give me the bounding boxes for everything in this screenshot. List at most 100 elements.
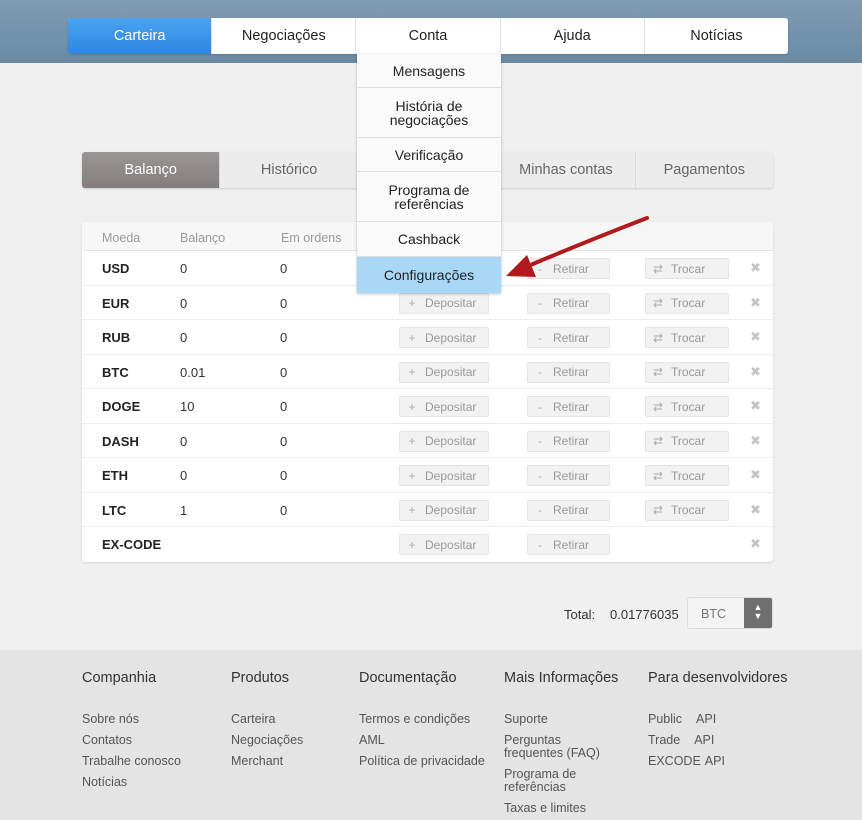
deposit-button[interactable]: + Depositar — [399, 534, 489, 555]
exchange-button[interactable]: ⇄ Trocar — [645, 292, 729, 314]
close-icon[interactable]: ✖ — [750, 364, 761, 380]
withdraw-button[interactable]: - Retirar — [527, 361, 610, 383]
plus-icon: + — [408, 399, 416, 414]
menu-item-verificacao[interactable]: Verificação — [357, 138, 501, 172]
close-icon[interactable]: ✖ — [750, 329, 761, 345]
close-icon[interactable]: ✖ — [750, 502, 761, 518]
menu-item-historia-negociacoes[interactable]: História de negociações — [357, 88, 501, 138]
swap-icon: ⇄ — [652, 296, 664, 310]
withdraw-button[interactable]: - Retirar — [527, 499, 610, 521]
close-icon[interactable]: ✖ — [750, 467, 761, 483]
footer-link[interactable]: Suporte — [504, 713, 614, 726]
footer-col-companhia: Companhia Sobre nós Contatos Trabalhe co… — [82, 670, 181, 797]
footer-link-trade-api[interactable]: Trade API — [648, 734, 787, 747]
menu-item-mensagens[interactable]: Mensagens — [357, 54, 501, 88]
footer-col-produtos: Produtos Carteira Negociações Merchant — [231, 670, 303, 776]
plus-icon: + — [408, 365, 416, 379]
footer-link[interactable]: Carteira — [231, 713, 303, 726]
footer-link[interactable]: Negociações — [231, 734, 303, 747]
deposit-button[interactable]: + Depositar — [399, 465, 489, 486]
close-icon[interactable]: ✖ — [750, 433, 761, 449]
table-row: ETH 0 0 + Depositar - Retirar ⇄ Trocar ✖ — [82, 458, 773, 493]
footer-link[interactable]: Contatos — [82, 734, 181, 747]
coin-name: EX-CODE — [102, 537, 162, 552]
exchange-button[interactable]: ⇄ Trocar — [645, 327, 729, 348]
exchange-button[interactable]: ⇄ Trocar — [645, 499, 729, 521]
deposit-button[interactable]: + Depositar — [399, 361, 489, 383]
main-nav: Carteira Negociações Conta Ajuda Notícia… — [68, 18, 788, 54]
footer: Companhia Sobre nós Contatos Trabalhe co… — [0, 650, 862, 820]
exchange-button[interactable]: ⇄ Trocar — [645, 258, 729, 279]
withdraw-button[interactable]: - Retirar — [527, 292, 610, 314]
tab-balanco[interactable]: Balanço — [82, 152, 221, 188]
swap-icon: ⇄ — [652, 261, 664, 276]
nav-noticias[interactable]: Notícias — [645, 18, 788, 54]
exchange-button[interactable]: ⇄ Trocar — [645, 361, 729, 383]
withdraw-button[interactable]: - Retirar — [527, 258, 610, 279]
nav-negociacoes[interactable]: Negociações — [212, 18, 357, 54]
withdraw-button[interactable]: - Retirar — [527, 465, 610, 486]
footer-heading: Mais Informações — [504, 670, 619, 686]
coin-in-orders: 0 — [280, 364, 288, 380]
coin-in-orders: 0 — [280, 433, 288, 449]
tab-minhas-contas[interactable]: Minhas contas — [497, 152, 636, 188]
deposit-button[interactable]: + Depositar — [399, 499, 489, 521]
coin-name: DOGE — [102, 399, 141, 414]
close-icon[interactable]: ✖ — [750, 398, 761, 414]
footer-heading: Para desenvolvidores — [648, 670, 788, 686]
exchange-button[interactable]: ⇄ Trocar — [645, 430, 729, 452]
plus-icon: + — [408, 503, 416, 517]
withdraw-button[interactable]: - Retirar — [527, 327, 610, 348]
total-value: 0.01776035 — [610, 607, 679, 622]
footer-link[interactable]: Merchant — [231, 755, 303, 768]
nav-carteira[interactable]: Carteira — [68, 18, 213, 54]
plus-icon: + — [408, 330, 416, 345]
withdraw-button[interactable]: - Retirar — [527, 396, 610, 417]
minus-icon: - — [538, 503, 542, 517]
tab-pagamentos[interactable]: Pagamentos — [636, 152, 773, 188]
nav-ajuda[interactable]: Ajuda — [501, 18, 645, 54]
menu-item-configuracoes[interactable]: Configurações — [357, 257, 501, 293]
exchange-button[interactable]: ⇄ Trocar — [645, 465, 729, 486]
swap-icon: ⇄ — [652, 503, 664, 517]
footer-link-public-api[interactable]: Public API — [648, 713, 787, 726]
coin-balance: 10 — [180, 399, 195, 414]
coin-balance: 1 — [180, 502, 188, 518]
deposit-button[interactable]: + Depositar — [399, 396, 489, 417]
footer-link[interactable]: Sobre nós — [82, 713, 181, 726]
footer-link[interactable]: AML — [359, 734, 485, 747]
menu-item-programa-referencias[interactable]: Programa de referências — [357, 172, 501, 222]
coin-balance: 0 — [180, 468, 188, 483]
menu-item-cashback[interactable]: Cashback — [357, 222, 501, 257]
footer-link[interactable]: Notícias — [82, 776, 181, 789]
exchange-button[interactable]: ⇄ Trocar — [645, 396, 729, 417]
tab-historico[interactable]: Histórico — [220, 152, 359, 188]
minus-icon: - — [538, 330, 542, 345]
footer-link-excode-api[interactable]: EXCODE API — [648, 755, 787, 768]
deposit-button[interactable]: + Depositar — [399, 327, 489, 348]
coin-balance: 0 — [180, 261, 188, 276]
close-icon[interactable]: ✖ — [750, 295, 761, 311]
total-currency-select[interactable]: BTC ▲ ▼ — [687, 597, 773, 629]
close-icon[interactable]: ✖ — [750, 260, 761, 276]
minus-icon: - — [538, 261, 542, 276]
footer-col-mais-informacoes: Mais Informações Suporte Perguntas frequ… — [504, 670, 619, 820]
nav-conta[interactable]: Conta — [356, 18, 501, 54]
col-header-coin: Moeda — [102, 231, 141, 245]
footer-link[interactable]: Política de privacidade — [359, 755, 485, 768]
coin-balance: 0 — [180, 433, 188, 449]
footer-link[interactable]: Perguntas frequentes (FAQ) — [504, 734, 614, 760]
footer-link[interactable]: Programa de referências — [504, 768, 614, 794]
footer-heading: Companhia — [82, 670, 157, 686]
coin-in-orders: 0 — [280, 295, 288, 311]
withdraw-button[interactable]: - Retirar — [527, 430, 610, 452]
footer-link[interactable]: Trabalhe conosco — [82, 755, 181, 768]
coin-in-orders: 0 — [280, 330, 288, 345]
footer-link[interactable]: Taxas e limites — [504, 802, 614, 815]
close-icon[interactable]: ✖ — [750, 536, 761, 552]
withdraw-button[interactable]: - Retirar — [527, 534, 610, 555]
footer-link[interactable]: Termos e condições — [359, 713, 485, 726]
deposit-button[interactable]: + Depositar — [399, 292, 489, 314]
deposit-button[interactable]: + Depositar — [399, 430, 489, 452]
footer-col-desenvolvedores: Para desenvolvidores Public API Trade API … — [648, 670, 787, 776]
